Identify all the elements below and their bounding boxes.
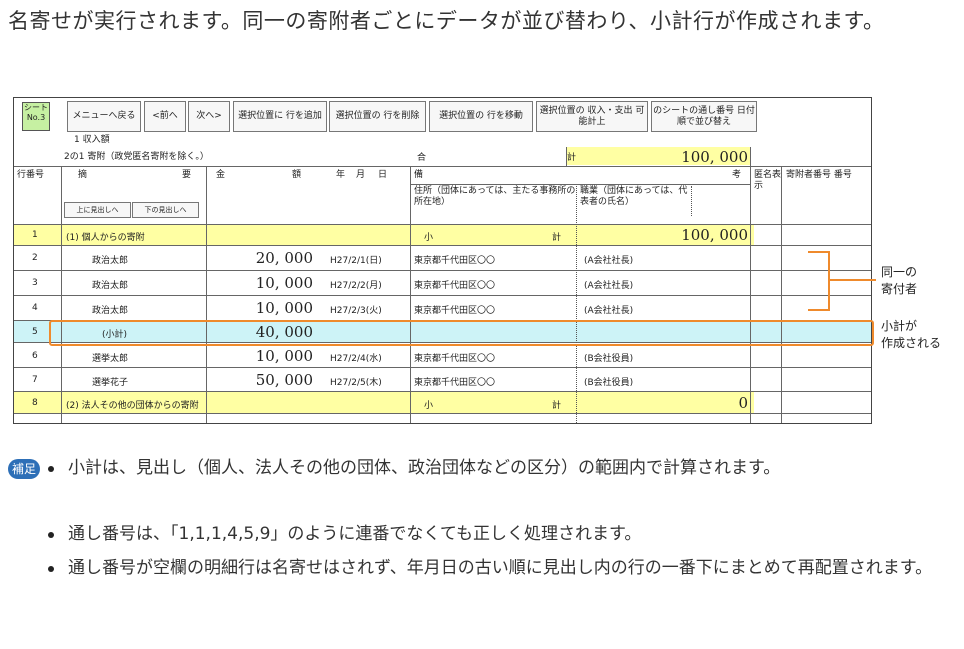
same-donor-label-1: 同一の — [881, 265, 918, 279]
row-address-4[interactable]: 東京都千代田区〇〇 — [414, 303, 495, 316]
row-no-5: 5 — [32, 327, 38, 337]
row-date-7[interactable]: H27/2/5(木) — [330, 375, 382, 388]
row-address-6[interactable]: 東京都千代田区〇〇 — [414, 351, 495, 364]
header-serial: 寄附者番号 番号 — [786, 170, 852, 180]
row-occupation-4[interactable]: (A会社社長) — [584, 303, 633, 316]
header-remarks-2: 考 — [732, 170, 742, 180]
intro-text: 名寄せが実行されます。同一の寄附者ごとにデータが並び替わり、小計行が作成されます… — [8, 9, 885, 33]
header-address: 住所（団体にあっては、主たる事務所の所在地） — [414, 186, 576, 207]
row-name-3[interactable]: 政治太郎 — [92, 278, 128, 291]
note-2-text: 通し番号は、「1,1,1,4,5,9」のように連番でなくても正しく処理されます。 — [68, 524, 642, 544]
row-name-2[interactable]: 政治太郎 — [92, 253, 128, 266]
total-amount: 100, 000 — [681, 148, 748, 166]
header-remarks: 備 — [414, 170, 424, 180]
sort-by-serial-button[interactable]: のシートの通し番号 日付順で並び替え — [651, 101, 757, 132]
row-address-3[interactable]: 東京都千代田区〇〇 — [414, 278, 495, 291]
row-address-2[interactable]: 東京都千代田区〇〇 — [414, 253, 495, 266]
row-no-1: 1 — [32, 230, 38, 240]
row-occupation-2[interactable]: (A会社社長) — [584, 253, 633, 266]
total-label-right: 計 — [567, 153, 577, 163]
header-date-2: 月 — [356, 170, 366, 180]
header-summary-2: 要 — [182, 170, 192, 180]
row-amount-4[interactable]: 10, 000 — [209, 299, 313, 317]
row-amount-7[interactable]: 50, 000 — [209, 371, 313, 389]
row-no-8: 8 — [32, 398, 38, 408]
row-occupation-3[interactable]: (A会社社長) — [584, 278, 633, 291]
bullet-icon — [48, 532, 54, 538]
header-occupation: 職業（団体にあっては、代表者の氏名） — [580, 186, 688, 207]
add-row-button[interactable]: 選択位置に 行を追加 — [233, 101, 327, 132]
subtotal-highlight-box — [49, 320, 874, 346]
row-amount-1[interactable]: 100, 000 — [614, 226, 748, 244]
row-name-4[interactable]: 政治太郎 — [92, 303, 128, 316]
row-sub-right-8: 計 — [552, 401, 562, 411]
header-date-3: 日 — [378, 170, 388, 180]
row-name-6[interactable]: 選挙太郎 — [92, 351, 128, 364]
row-sub-left-1: 小 — [424, 233, 434, 243]
row-amount-3[interactable]: 10, 000 — [209, 274, 313, 292]
note-2: 通し番号は、「1,1,1,4,5,9」のように連番でなくても正しく処理されます。 — [48, 522, 948, 547]
row-occupation-6[interactable]: (B会社役員) — [584, 351, 633, 364]
delete-row-button[interactable]: 選択位置の 行を削除 — [329, 101, 426, 132]
section-sublabel: 2の1 寄附（政党匿名寄附を除く。） — [64, 152, 209, 162]
note-3-text: 通し番号が空欄の明細行は名寄せはされず、年月日の古い順に見出し内の行の一番下にま… — [68, 558, 933, 578]
total-label-left: 合 — [417, 153, 427, 163]
next-button[interactable]: 次へ> — [188, 101, 230, 132]
back-to-menu-button[interactable]: メニューへ戻る — [67, 101, 141, 132]
bullet-icon — [48, 566, 54, 572]
row-amount-2[interactable]: 20, 000 — [209, 249, 313, 267]
row-sub-left-8: 小 — [424, 401, 434, 411]
row-no-6: 6 — [32, 351, 38, 361]
same-donor-connector — [828, 279, 876, 281]
subtotal-label-2: 作成される — [881, 336, 942, 350]
note-3: 通し番号が空欄の明細行は名寄せはされず、年月日の古い順に見出し内の行の一番下にま… — [48, 556, 948, 581]
subtotal-label-1: 小計が — [881, 319, 918, 333]
row-occupation-7[interactable]: (B会社役員) — [584, 375, 633, 388]
move-row-button[interactable]: 選択位置の 行を移動 — [429, 101, 533, 132]
sheet-number-label: シート No.3 — [22, 102, 50, 131]
section-label: 1 収入額 — [74, 135, 110, 145]
row-no-3: 3 — [32, 278, 38, 288]
row-name-7[interactable]: 選挙花子 — [92, 375, 128, 388]
prev-button[interactable]: <前へ — [144, 101, 186, 132]
row-no-7: 7 — [32, 375, 38, 385]
income-expense-button[interactable]: 選択位置の 収入・支出 可能計上 — [536, 101, 648, 132]
row-no-4: 4 — [32, 303, 38, 313]
bullet-icon — [48, 466, 54, 472]
row-amount-8[interactable]: 0 — [614, 394, 748, 412]
row-address-7[interactable]: 東京都千代田区〇〇 — [414, 375, 495, 388]
note-1-text: 小計は、見出し（個人、法人その他の団体、政治団体などの区分）の範囲内で計算されま… — [68, 458, 781, 478]
row-date-2[interactable]: H27/2/1(日) — [330, 253, 382, 266]
note-1: 小計は、見出し（個人、法人その他の団体、政治団体などの区分）の範囲内で計算されま… — [48, 456, 948, 481]
row-date-3[interactable]: H27/2/2(月) — [330, 278, 382, 291]
header-date: 年 — [336, 170, 346, 180]
row-no-2: 2 — [32, 253, 38, 263]
supplement-badge: 補足 — [8, 459, 40, 479]
spreadsheet-form: シート No.3 メニューへ戻る <前へ 次へ> 選択位置に 行を追加 選択位置… — [13, 97, 872, 424]
row-sub-right-1: 計 — [552, 233, 562, 243]
row-name-8[interactable]: (2) 法人その他の団体からの寄附 — [66, 398, 199, 411]
row-date-6[interactable]: H27/2/4(水) — [330, 351, 382, 364]
row-name-1[interactable]: (1) 個人からの寄附 — [66, 230, 145, 243]
jump-down-heading-button[interactable]: 下の見出しへ — [132, 202, 199, 218]
jump-up-heading-button[interactable]: 上に見出しへ — [64, 202, 131, 218]
header-row-no: 行番号 — [17, 170, 45, 180]
header-amount: 金 — [216, 170, 226, 180]
header-anonymous: 匿名表示 — [754, 170, 782, 191]
row-date-4[interactable]: H27/2/3(火) — [330, 303, 382, 316]
same-donor-label-2: 寄付者 — [881, 282, 918, 296]
row-amount-6[interactable]: 10, 000 — [209, 347, 313, 365]
header-amount-2: 額 — [292, 170, 302, 180]
same-donor-bracket — [808, 251, 830, 311]
header-summary: 摘 — [78, 170, 88, 180]
